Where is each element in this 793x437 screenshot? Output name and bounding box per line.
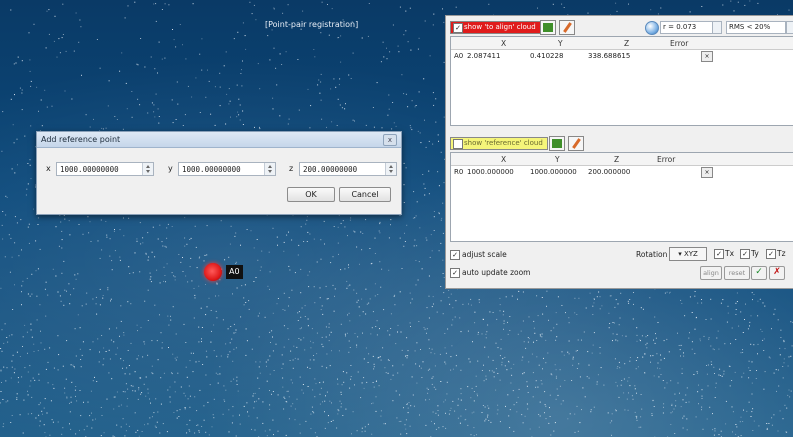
table-row[interactable]: R0 1000.000000 1000.000000 200.000000 × xyxy=(451,166,793,178)
ty-box[interactable]: ✓ xyxy=(740,249,750,259)
point-x: 1000.000000 xyxy=(467,168,514,176)
pencil-icon-fill xyxy=(572,138,581,149)
ref-toolbar: show 'reference' cloud xyxy=(446,134,793,152)
show-align-cloud-toggle[interactable]: ✓ show 'to align' cloud xyxy=(450,21,541,34)
spin-up-icon[interactable] xyxy=(389,165,393,168)
z-value: 200.00000000 xyxy=(303,165,358,174)
cancel-button[interactable]: Cancel xyxy=(339,187,391,202)
adjust-scale-label: adjust scale xyxy=(462,250,507,259)
close-icon[interactable]: x xyxy=(383,134,397,146)
point-z: 200.000000 xyxy=(588,168,631,176)
tx-label: Tx xyxy=(725,249,735,258)
rms-spinner[interactable] xyxy=(786,21,793,34)
x-field: x 1000.00000000 xyxy=(46,162,154,176)
z-label: z xyxy=(289,164,294,173)
rms-select[interactable]: RMS < 20% xyxy=(726,21,786,34)
z-input[interactable]: 200.00000000 xyxy=(299,162,397,176)
col-y: Y xyxy=(558,39,563,48)
align-button[interactable]: align xyxy=(700,266,722,280)
grid-icon[interactable] xyxy=(540,20,556,35)
marker-label: A0 xyxy=(226,265,243,279)
ref-table-header: X Y Z Error xyxy=(451,153,793,166)
delete-point-icon[interactable]: × xyxy=(701,167,713,178)
spin-down-icon[interactable] xyxy=(146,170,150,173)
tz-box[interactable]: ✓ xyxy=(766,249,776,259)
rotation-label: Rotation xyxy=(636,250,668,259)
z-field: z 200.00000000 xyxy=(289,162,397,176)
dialog-title: Add reference point xyxy=(41,135,121,144)
ref-checkbox[interactable] xyxy=(453,139,463,149)
x-spinner[interactable] xyxy=(142,163,153,175)
col-z: Z xyxy=(614,155,620,164)
align-table-header: X Y Z Error xyxy=(451,37,793,50)
tz-label: Tz xyxy=(777,249,786,258)
dialog-titlebar[interactable]: Add reference point x xyxy=(37,132,401,148)
radius-input[interactable]: r = 0.073 xyxy=(660,21,714,34)
tx-box[interactable]: ✓ xyxy=(714,249,724,259)
point-y: 1000.000000 xyxy=(530,168,577,176)
auto-update-zoom-label: auto update zoom xyxy=(462,268,531,277)
close-icon[interactable]: ✗ xyxy=(769,266,785,280)
pencil-icon[interactable] xyxy=(568,136,584,151)
align-toggle-label: show 'to align' cloud xyxy=(464,23,536,31)
view-title: [Point-pair registration] xyxy=(265,20,359,29)
point-y: 0.410228 xyxy=(530,52,564,60)
spin-down-icon[interactable] xyxy=(389,170,393,173)
point-z: 338.688615 xyxy=(588,52,631,60)
rotation-select[interactable]: ▾ XYZ xyxy=(669,247,707,261)
pencil-icon-fill xyxy=(563,22,572,33)
x-input[interactable]: 1000.00000000 xyxy=(56,162,154,176)
marker-dot xyxy=(204,263,222,281)
ref-toggle-label: show 'reference' cloud xyxy=(464,139,543,147)
adjust-scale-box[interactable]: ✓ xyxy=(450,250,460,260)
y-value: 1000.00000000 xyxy=(182,165,241,174)
3d-viewport[interactable]: [Point-pair registration] A0 Add referen… xyxy=(0,0,793,437)
show-reference-cloud-toggle[interactable]: show 'reference' cloud xyxy=(450,137,548,150)
grid-icon[interactable] xyxy=(549,136,565,151)
auto-update-zoom-box[interactable]: ✓ xyxy=(450,268,460,278)
reference-points-table: X Y Z Error R0 1000.000000 1000.000000 2… xyxy=(450,152,793,242)
z-spinner[interactable] xyxy=(385,163,396,175)
ok-button[interactable]: OK xyxy=(287,187,335,202)
radius-spinner[interactable] xyxy=(712,21,722,34)
align-points-table: X Y Z Error A0 2.087411 0.410228 338.688… xyxy=(450,36,793,126)
ty-label: Ty xyxy=(751,249,759,258)
x-value: 1000.00000000 xyxy=(60,165,119,174)
align-toolbar: ✓ show 'to align' cloud r = 0.073 RMS < … xyxy=(446,18,793,36)
col-error: Error xyxy=(657,155,676,164)
table-row[interactable]: A0 2.087411 0.410228 338.688615 × xyxy=(451,50,793,62)
y-field: y 1000.00000000 xyxy=(168,162,276,176)
add-reference-point-dialog: Add reference point x x 1000.00000000 y … xyxy=(36,131,402,215)
align-checkbox[interactable]: ✓ xyxy=(453,23,463,33)
delete-point-icon[interactable]: × xyxy=(701,51,713,62)
grid-icon-fill xyxy=(552,139,562,148)
grid-icon-fill xyxy=(543,23,553,32)
registration-panel: ✓ show 'to align' cloud r = 0.073 RMS < … xyxy=(445,15,793,289)
y-spinner[interactable] xyxy=(264,163,275,175)
check-icon[interactable]: ✓ xyxy=(751,266,767,280)
point-id: A0 xyxy=(454,52,464,60)
spin-up-icon[interactable] xyxy=(268,165,272,168)
rotation-value: XYZ xyxy=(683,250,698,258)
col-y: Y xyxy=(555,155,560,164)
point-x: 2.087411 xyxy=(467,52,501,60)
spin-up-icon[interactable] xyxy=(146,165,150,168)
y-input[interactable]: 1000.00000000 xyxy=(178,162,276,176)
point-id: R0 xyxy=(454,168,464,176)
spin-down-icon[interactable] xyxy=(268,170,272,173)
col-error: Error xyxy=(670,39,689,48)
col-z: Z xyxy=(624,39,630,48)
col-x: X xyxy=(501,155,507,164)
y-label: y xyxy=(168,164,173,173)
col-x: X xyxy=(501,39,507,48)
x-label: x xyxy=(46,164,51,173)
reset-button[interactable]: reset xyxy=(724,266,750,280)
pencil-icon[interactable] xyxy=(559,20,575,35)
sphere-icon[interactable] xyxy=(645,21,659,35)
